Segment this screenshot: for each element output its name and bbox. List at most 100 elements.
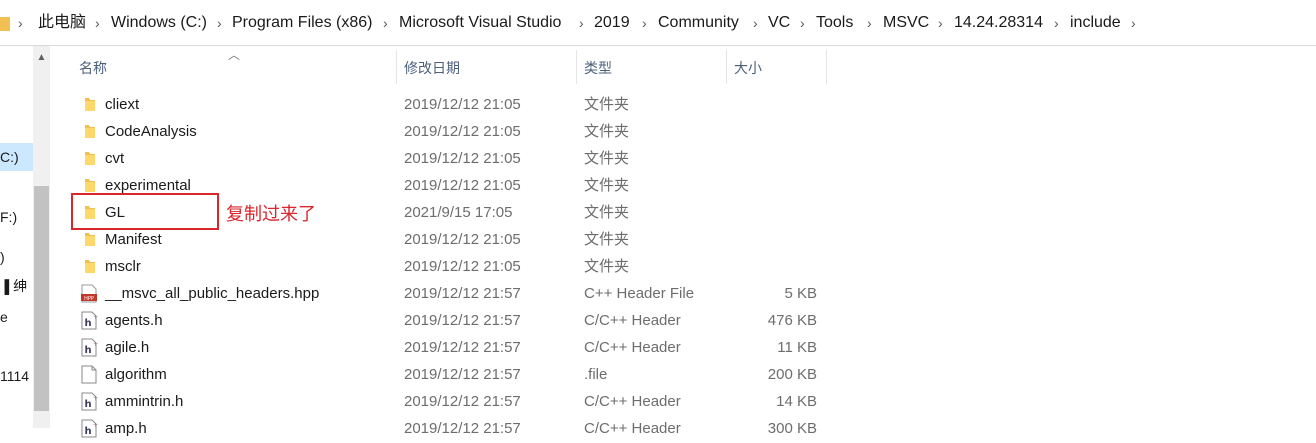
- file-date: 2019/12/12 21:57: [404, 366, 521, 383]
- file-date: 2019/12/12 21:57: [404, 393, 521, 410]
- file-date: 2019/12/12 21:05: [404, 231, 521, 248]
- chevron-right-icon[interactable]: ›: [642, 0, 647, 46]
- file-row[interactable]: CodeAnalysis 2019/12/12 21:05 文件夹: [70, 118, 830, 145]
- scroll-up-icon[interactable]: ▲: [33, 52, 50, 63]
- file-row[interactable]: cliext 2019/12/12 21:05 文件夹: [70, 91, 830, 118]
- breadcrumb-item[interactable]: Windows (C:): [111, 0, 207, 46]
- file-name: agile.h: [105, 339, 150, 356]
- file-size: 14 KB: [776, 393, 817, 410]
- file-name: Manifest: [105, 231, 162, 248]
- breadcrumb-item[interactable]: VC: [768, 0, 790, 46]
- svg-text:h: h: [84, 399, 91, 410]
- h-file-icon: h +: [80, 338, 98, 357]
- folder-icon: [0, 17, 10, 31]
- chevron-right-icon[interactable]: ›: [1054, 0, 1059, 46]
- chevron-right-icon[interactable]: ›: [800, 0, 805, 46]
- file-date: 2019/12/12 21:57: [404, 312, 521, 329]
- file-date: 2019/12/12 21:05: [404, 150, 521, 167]
- column-divider[interactable]: [576, 50, 577, 84]
- file-name: algorithm: [105, 366, 167, 383]
- file-name: cvt: [105, 150, 125, 167]
- breadcrumb-item[interactable]: 14.24.28314: [954, 0, 1043, 46]
- column-divider[interactable]: [826, 50, 827, 84]
- svg-text:+: +: [93, 314, 98, 321]
- file-type: 文件夹: [584, 96, 630, 113]
- h-file-icon: h +: [80, 419, 98, 438]
- file-row[interactable]: algorithm 2019/12/12 21:57 .file 200 KB: [70, 361, 830, 388]
- nav-scrollbar[interactable]: ▲: [33, 46, 50, 428]
- file-size: 11 KB: [777, 339, 817, 356]
- svg-text:+: +: [93, 395, 98, 402]
- file-name: amp.h: [105, 420, 147, 437]
- column-divider[interactable]: [726, 50, 727, 84]
- breadcrumb-item[interactable]: Program Files (x86): [232, 0, 372, 46]
- breadcrumb-item[interactable]: Microsoft Visual Studio: [399, 0, 561, 46]
- chevron-right-icon[interactable]: ›: [938, 0, 943, 46]
- chevron-right-icon[interactable]: ›: [579, 0, 584, 46]
- file-row[interactable]: h + agile.h 2019/12/12 21:57 C/C++ Header 11 …: [70, 334, 830, 361]
- nav-item[interactable]: 1114: [0, 362, 29, 390]
- file-row[interactable]: msclr 2019/12/12 21:05 文件夹: [70, 253, 830, 280]
- file-date: 2019/12/12 21:57: [404, 339, 521, 356]
- file-type: C/C++ Header: [584, 339, 681, 356]
- file-type: 文件夹: [584, 204, 630, 221]
- file-name: cliext: [105, 96, 140, 113]
- file-date: 2021/9/15 17:05: [404, 204, 513, 221]
- nav-item[interactable]: e: [0, 303, 8, 331]
- column-header-type[interactable]: 类型: [584, 55, 612, 81]
- nav-item[interactable]: ): [0, 243, 5, 271]
- file-name: ammintrin.h: [105, 393, 184, 410]
- file-name: msclr: [105, 258, 141, 275]
- column-header-size[interactable]: 大小: [734, 55, 762, 81]
- annotation-highlight-box: [71, 193, 219, 230]
- file-type: 文件夹: [584, 177, 630, 194]
- file-name: __msvc_all_public_headers.hpp: [105, 285, 320, 302]
- chevron-right-icon[interactable]: ›: [18, 0, 23, 46]
- chevron-right-icon[interactable]: ›: [1131, 0, 1136, 46]
- nav-item-drive-c[interactable]: C:): [0, 143, 34, 171]
- nav-item-label: 绅: [13, 278, 28, 294]
- nav-item[interactable]: ▐ 绅: [0, 272, 27, 300]
- chevron-right-icon[interactable]: ›: [753, 0, 758, 46]
- blank-file-icon: [80, 365, 98, 384]
- column-divider[interactable]: [396, 50, 397, 84]
- chevron-right-icon[interactable]: ›: [867, 0, 872, 46]
- file-size: 5 KB: [784, 285, 817, 302]
- chevron-right-icon[interactable]: ›: [217, 0, 222, 46]
- column-header-date[interactable]: 修改日期: [404, 55, 460, 81]
- nav-item-drive-f[interactable]: F:): [0, 203, 17, 231]
- file-type: .file: [584, 366, 608, 383]
- breadcrumb-item[interactable]: 2019: [594, 0, 630, 46]
- navigation-pane[interactable]: C:) F:) ) ▐ 绅 e 1114: [0, 46, 34, 428]
- file-type: C++ Header File: [584, 285, 695, 302]
- column-header-name[interactable]: 名称: [79, 55, 107, 81]
- file-name: agents.h: [105, 312, 163, 329]
- svg-text:h: h: [84, 318, 91, 329]
- annotation-text: 复制过来了: [226, 204, 316, 224]
- chevron-right-icon[interactable]: ›: [95, 0, 100, 46]
- folder-icon: [80, 230, 98, 249]
- address-bar[interactable]: › 此电脑 › Windows (C:) › Program Files (x8…: [0, 0, 1316, 46]
- breadcrumb-item[interactable]: 此电脑: [38, 0, 86, 46]
- folder-icon: [80, 149, 98, 168]
- file-type: 文件夹: [584, 231, 630, 248]
- sort-ascending-icon: ︿: [228, 48, 241, 62]
- chevron-right-icon[interactable]: ›: [383, 0, 388, 46]
- breadcrumb-item[interactable]: Community: [658, 0, 739, 46]
- file-date: 2019/12/12 21:05: [404, 96, 521, 113]
- file-size: 476 KB: [767, 312, 817, 329]
- file-row[interactable]: h + agents.h 2019/12/12 21:57 C/C++ Header 47…: [70, 307, 830, 334]
- file-row[interactable]: HPP __msvc_all_public_headers.hpp 2019/12/…: [70, 280, 830, 307]
- file-type: C/C++ Header: [584, 312, 681, 329]
- h-file-icon: h +: [80, 311, 98, 330]
- breadcrumb-item[interactable]: MSVC: [883, 0, 929, 46]
- file-type: C/C++ Header: [584, 420, 681, 437]
- file-row[interactable]: h + ammintrin.h 2019/12/12 21:57 C/C++ Heade…: [70, 388, 830, 415]
- scrollbar-thumb[interactable]: [34, 186, 49, 411]
- breadcrumb-item[interactable]: Tools: [816, 0, 853, 46]
- breadcrumb-item[interactable]: include: [1070, 0, 1121, 46]
- file-date: 2019/12/12 21:57: [404, 285, 521, 302]
- file-row[interactable]: Manifest 2019/12/12 21:05 文件夹: [70, 226, 830, 253]
- file-row[interactable]: h + amp.h 2019/12/12 21:57 C/C++ Header 300 K…: [70, 415, 830, 442]
- file-row[interactable]: cvt 2019/12/12 21:05 文件夹: [70, 145, 830, 172]
